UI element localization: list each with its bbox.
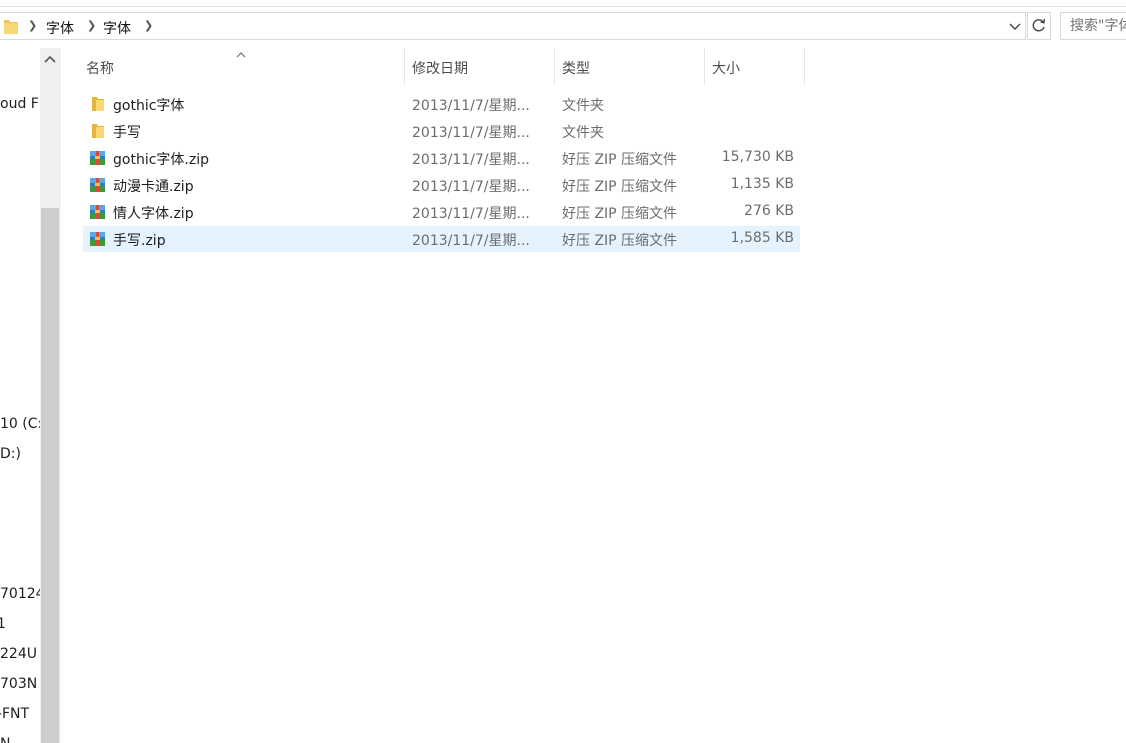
address-bar[interactable]: ❯ 字体 ❯ 字体 ❯ <box>0 12 1026 40</box>
breadcrumb-chevron-icon[interactable]: ❯ <box>144 19 153 32</box>
refresh-icon <box>1032 18 1045 32</box>
nav-item-folder[interactable]: N <box>0 736 10 743</box>
column-header-type[interactable]: 类型 <box>555 48 704 84</box>
zip-archive-icon <box>89 150 106 166</box>
file-type: 好压 ZIP 压缩文件 <box>562 179 678 195</box>
breadcrumb-item[interactable]: 字体 <box>103 18 131 38</box>
file-date: 2013/11/7/星期... <box>412 152 530 168</box>
nav-item-drive-c[interactable]: 10 (C: <box>0 416 42 432</box>
folder-icon <box>89 96 106 112</box>
file-type: 好压 ZIP 压缩文件 <box>562 206 678 222</box>
column-header-name[interactable]: 名称 <box>79 48 404 84</box>
nav-item-drive-d[interactable]: D:) <box>0 446 21 462</box>
file-date: 2013/11/7/星期... <box>412 206 530 222</box>
breadcrumb-chevron-icon[interactable]: ❯ <box>87 19 96 32</box>
nav-scrollbar[interactable] <box>40 48 60 743</box>
file-name: 情人字体.zip <box>113 206 194 222</box>
folder-icon <box>89 123 106 139</box>
pane-divider <box>60 48 61 743</box>
file-size: 1,135 KB <box>730 176 794 192</box>
zip-archive-icon <box>89 177 106 193</box>
nav-item-folder[interactable]: 224U <box>0 646 37 662</box>
file-date: 2013/11/7/星期... <box>412 98 530 114</box>
refresh-button[interactable] <box>1027 12 1051 40</box>
file-row[interactable]: 动漫卡通.zip 2013/11/7/星期... 好压 ZIP 压缩文件 1,1… <box>83 172 800 198</box>
zip-archive-icon <box>89 204 106 220</box>
column-header-label: 修改日期 <box>412 61 468 77</box>
file-size: 15,730 KB <box>721 149 794 165</box>
column-header-label: 大小 <box>712 61 740 77</box>
file-name: gothic字体 <box>113 98 185 114</box>
file-row[interactable]: gothic字体 2013/11/7/星期... 文件夹 <box>83 91 800 117</box>
file-date: 2013/11/7/星期... <box>412 233 530 249</box>
file-row-selected[interactable]: 手写.zip 2013/11/7/星期... 好压 ZIP 压缩文件 1,585… <box>83 226 800 252</box>
window-top-edge <box>0 6 1126 7</box>
search-box[interactable] <box>1060 12 1126 40</box>
file-size: 1,585 KB <box>730 230 794 246</box>
column-header-label: 名称 <box>86 61 114 77</box>
nav-item-folder[interactable]: 703N <box>0 676 37 692</box>
file-size: 276 KB <box>744 203 794 219</box>
column-header-size[interactable]: 大小 <box>705 48 804 84</box>
file-row[interactable]: 手写 2013/11/7/星期... 文件夹 <box>83 118 800 144</box>
file-type: 文件夹 <box>562 98 604 114</box>
scrollbar-thumb[interactable] <box>41 208 59 743</box>
nav-item-folder[interactable]: 3-FNT <box>0 706 29 722</box>
file-type: 好压 ZIP 压缩文件 <box>562 233 678 249</box>
file-name: gothic字体.zip <box>113 152 209 168</box>
column-header-date[interactable]: 修改日期 <box>405 48 554 84</box>
breadcrumb-item[interactable]: 字体 <box>46 18 74 38</box>
search-input[interactable] <box>1061 13 1126 39</box>
file-date: 2013/11/7/星期... <box>412 125 530 141</box>
nav-item-cloud[interactable]: oud F <box>0 96 39 112</box>
folder-icon <box>4 18 18 38</box>
column-header-label: 类型 <box>562 61 590 77</box>
column-divider[interactable] <box>804 48 805 84</box>
file-date: 2013/11/7/星期... <box>412 179 530 195</box>
file-row[interactable]: gothic字体.zip 2013/11/7/星期... 好压 ZIP 压缩文件… <box>83 145 800 171</box>
file-type: 好压 ZIP 压缩文件 <box>562 152 678 168</box>
file-name: 手写 <box>113 125 141 141</box>
file-row[interactable]: 情人字体.zip 2013/11/7/星期... 好压 ZIP 压缩文件 276… <box>83 199 800 225</box>
zip-archive-icon <box>89 231 106 247</box>
nav-item-folder[interactable]: 51 <box>0 616 6 632</box>
file-name: 动漫卡通.zip <box>113 179 194 195</box>
breadcrumb-chevron-icon[interactable]: ❯ <box>28 19 37 32</box>
file-name: 手写.zip <box>113 233 166 249</box>
chevron-down-icon[interactable] <box>1007 17 1023 35</box>
file-type: 文件夹 <box>562 125 604 141</box>
scroll-up-icon[interactable] <box>40 48 60 72</box>
